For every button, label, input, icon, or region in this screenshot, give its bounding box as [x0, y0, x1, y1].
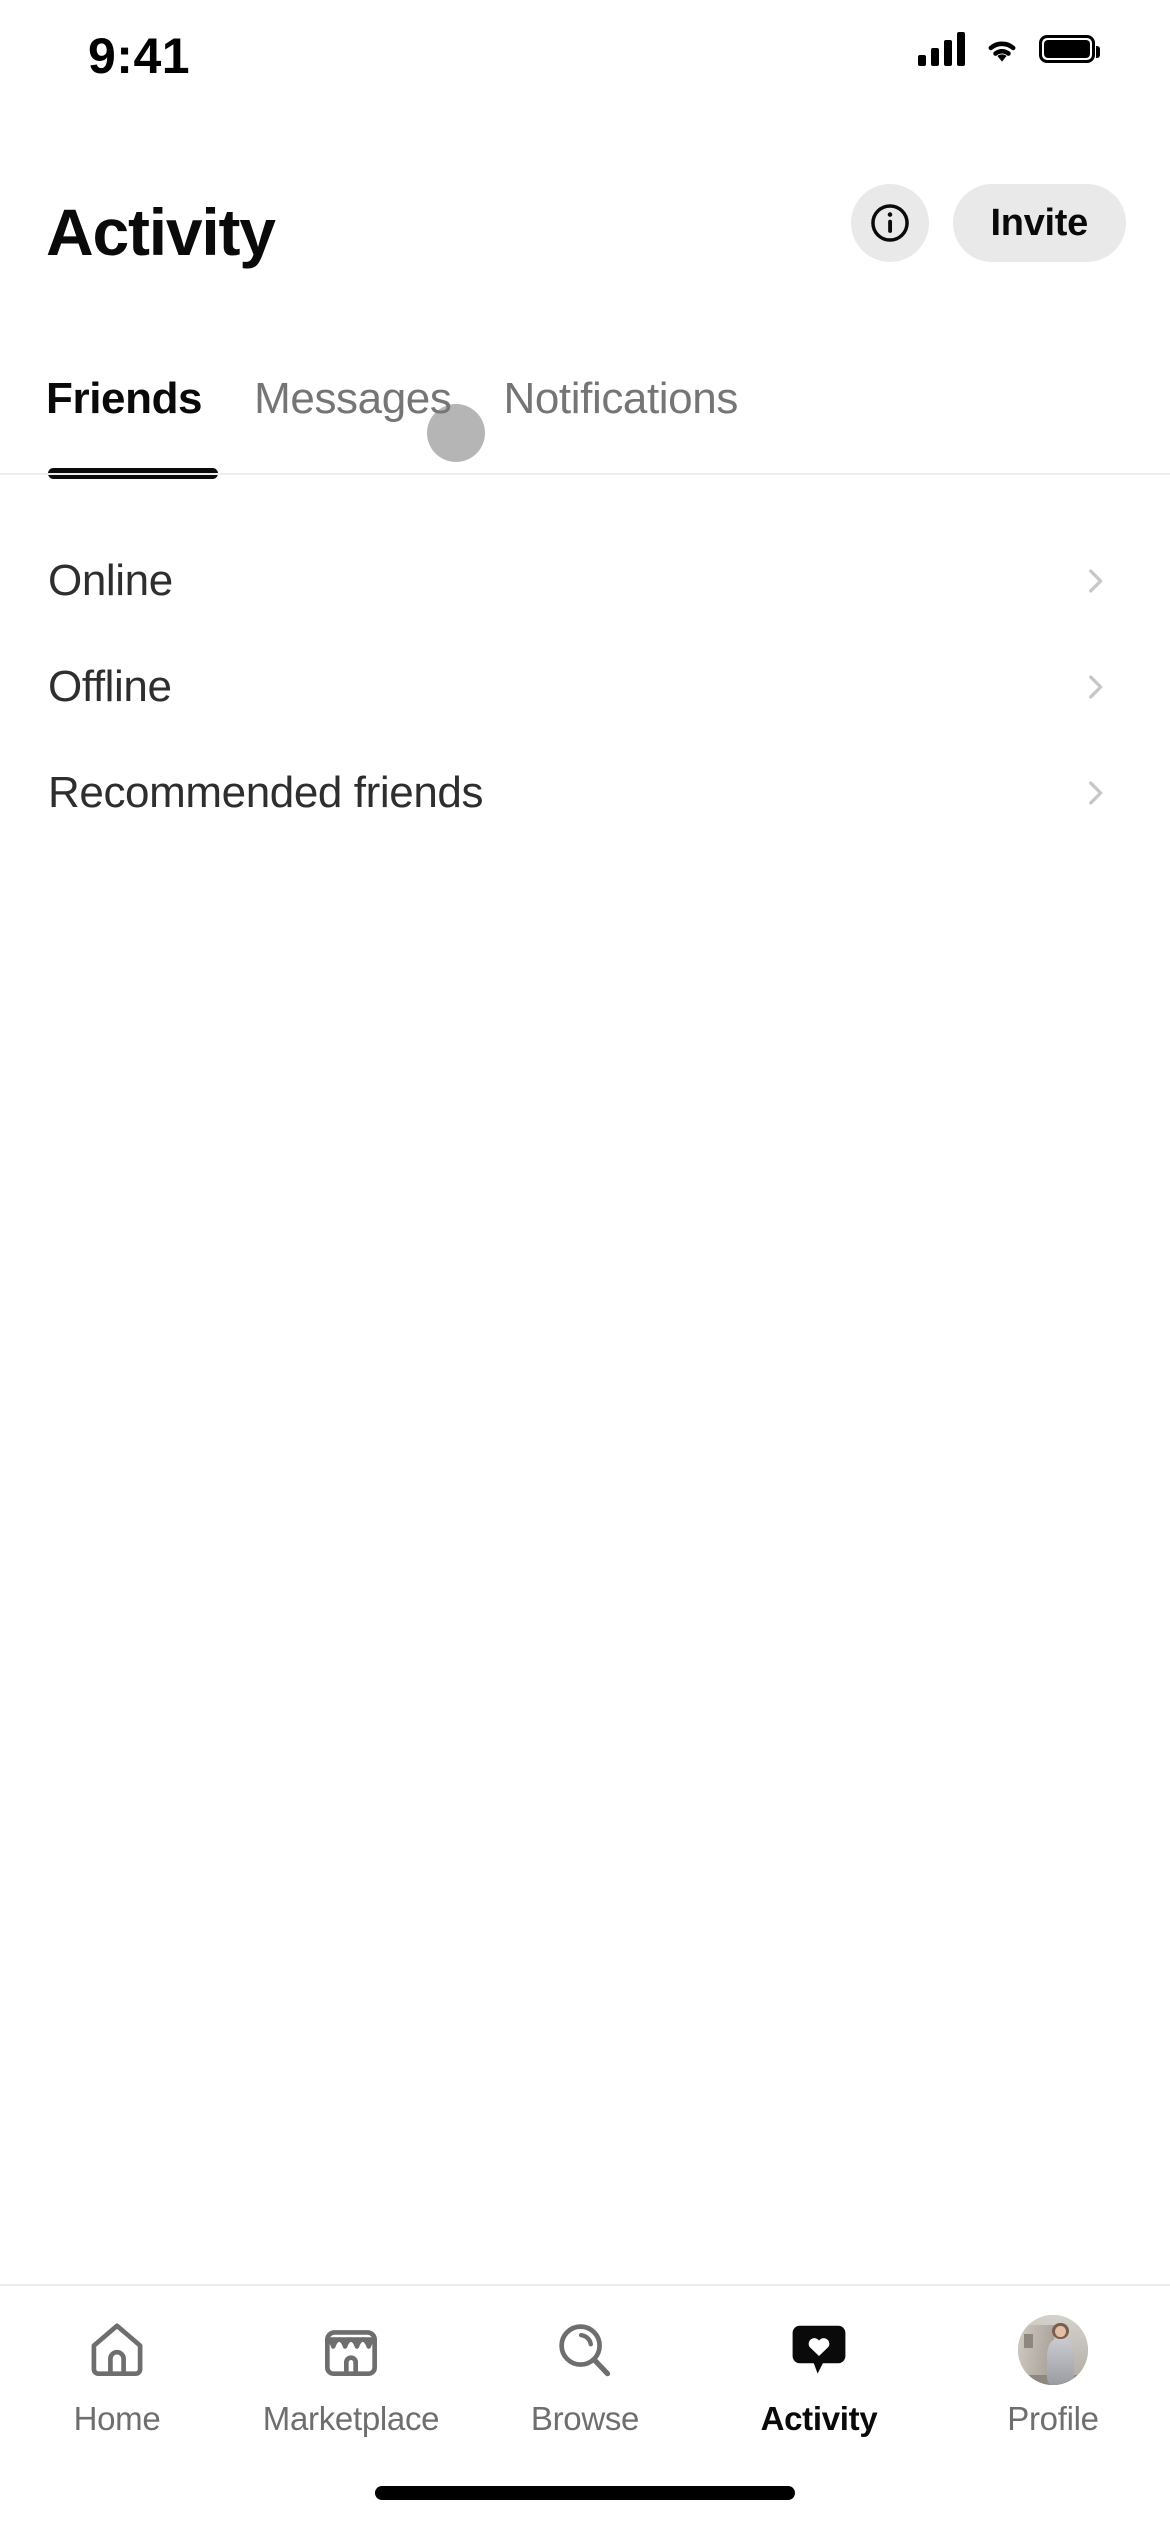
heart-speech-bubble-icon	[783, 2314, 855, 2386]
nav-item-label: Activity	[760, 2400, 878, 2437]
page-header: Activity Invite	[0, 178, 1170, 298]
tab-bar-divider	[0, 473, 1170, 475]
list-item-online[interactable]: Online	[0, 528, 1170, 634]
info-button[interactable]	[850, 184, 929, 262]
nav-item-label: Browse	[530, 2400, 640, 2437]
list-item-recommended-friends[interactable]: Recommended friends	[0, 740, 1170, 846]
status-bar-icons	[918, 32, 1100, 66]
avatar	[1018, 2315, 1088, 2385]
storefront-icon	[315, 2314, 387, 2386]
nav-item-browse[interactable]: Browse	[468, 2286, 702, 2438]
avatar-photo-icon	[1017, 2314, 1089, 2386]
status-bar-time: 9:41	[88, 28, 191, 84]
nav-item-label: Profile	[1007, 2400, 1099, 2437]
nav-item-home[interactable]: Home	[0, 2286, 234, 2438]
tab-notifications[interactable]: Notifications	[503, 368, 738, 430]
header-actions: Invite	[850, 184, 1126, 262]
tab-messages[interactable]: Messages	[254, 368, 452, 430]
list-item-offline[interactable]: Offline	[0, 634, 1170, 740]
invite-button[interactable]: Invite	[952, 184, 1126, 262]
home-indicator	[375, 2486, 795, 2500]
status-bar: 9:41	[0, 0, 1170, 110]
touch-pointer-indicator	[427, 404, 485, 462]
home-icon	[81, 2314, 153, 2386]
chevron-right-icon	[1089, 781, 1103, 805]
battery-icon	[1039, 35, 1100, 63]
nav-item-marketplace[interactable]: Marketplace	[234, 2286, 468, 2438]
nav-item-label: Home	[73, 2400, 161, 2437]
list-item-label: Offline	[48, 662, 172, 711]
nav-item-profile[interactable]: Profile	[936, 2286, 1170, 2438]
page-title: Activity	[46, 195, 276, 269]
wifi-icon	[988, 41, 1016, 62]
chevron-right-icon	[1089, 569, 1103, 593]
tab-friends[interactable]: Friends	[46, 368, 203, 430]
nav-item-activity[interactable]: Activity	[702, 2286, 936, 2438]
app-screen: 9:41 Activity Invite Friends Messages No…	[0, 0, 1170, 2532]
tab-list: Friends Messages Notifications	[46, 368, 738, 430]
cellular-signal-icon	[918, 32, 965, 66]
friends-list: Online Offline Recommended friends	[0, 528, 1170, 846]
search-magnifier-icon	[549, 2314, 621, 2386]
info-circle-icon	[870, 204, 909, 242]
nav-item-label: Marketplace	[262, 2400, 440, 2437]
tab-bar: Friends Messages Notifications	[0, 368, 1170, 488]
list-item-label: Online	[48, 556, 173, 605]
chevron-right-icon	[1089, 675, 1103, 699]
list-item-label: Recommended friends	[48, 768, 484, 817]
